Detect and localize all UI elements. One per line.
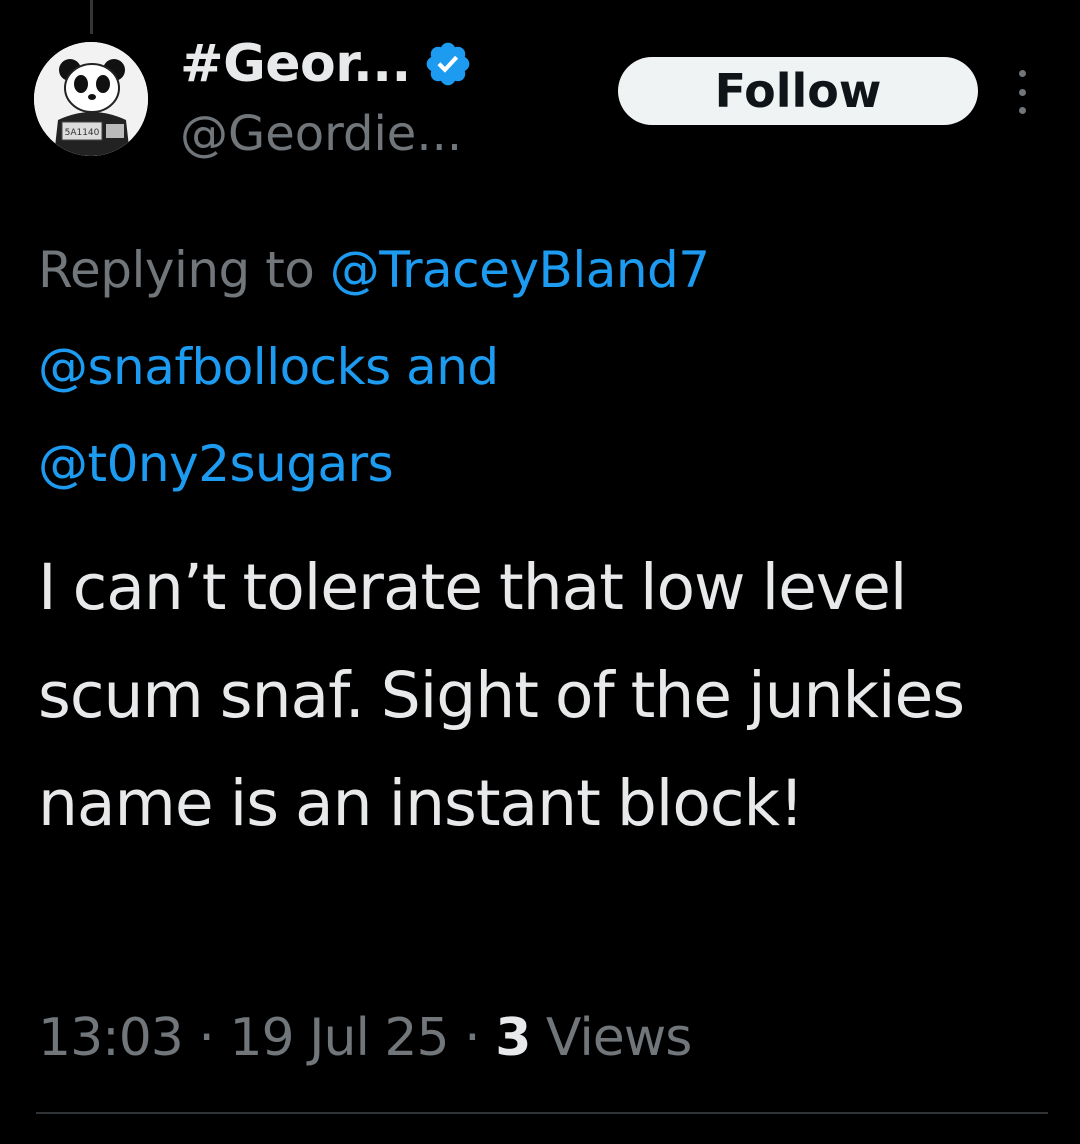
more-dot xyxy=(1018,70,1026,77)
avatar-board-text: 5A1140 xyxy=(65,128,100,138)
tweet-time[interactable]: 13:03 xyxy=(38,1008,184,1068)
mention-link-tony[interactable]: @t0ny2sugars xyxy=(38,435,394,493)
tweet-text: I can’t tolerate that low level scum sna… xyxy=(38,551,965,840)
views-label: Views xyxy=(545,1008,692,1068)
meta-separator: · xyxy=(464,1008,481,1068)
mention-link-tracey[interactable]: @TraceyBland7 xyxy=(330,241,710,299)
author-handle[interactable]: @Geordie... xyxy=(180,106,473,162)
reply-prefix: Replying to xyxy=(38,241,315,299)
more-options-icon[interactable] xyxy=(1008,70,1036,114)
more-dot xyxy=(1018,107,1026,114)
avatar[interactable]: 5A1140 xyxy=(34,42,148,156)
verified-badge-icon[interactable] xyxy=(423,39,473,89)
reply-context: Replying to @TraceyBland7 @snafbollocks … xyxy=(38,222,1048,513)
more-dot xyxy=(1018,88,1026,96)
meta-separator: · xyxy=(198,1008,215,1068)
reply-conjunction[interactable]: and xyxy=(406,338,499,396)
tweet-date[interactable]: 19 Jul 25 xyxy=(229,1008,449,1068)
views-count: 3 xyxy=(495,1008,531,1068)
divider xyxy=(36,1112,1048,1114)
mention-link-snaf[interactable]: @snafbollocks xyxy=(38,338,391,396)
display-name-row: #Geor... xyxy=(180,26,473,102)
avatar-image: 5A1140 xyxy=(34,42,148,156)
author-display-name[interactable]: #Geor... xyxy=(180,34,411,94)
follow-button[interactable]: Follow xyxy=(618,57,978,125)
tweet-header: 5A1140 #Geor... @Geordie... Follow xyxy=(0,0,1080,200)
author-names: #Geor... @Geordie... xyxy=(180,26,473,162)
tweet-meta: 13:03 · 19 Jul 25 · 3 Views xyxy=(38,998,692,1078)
